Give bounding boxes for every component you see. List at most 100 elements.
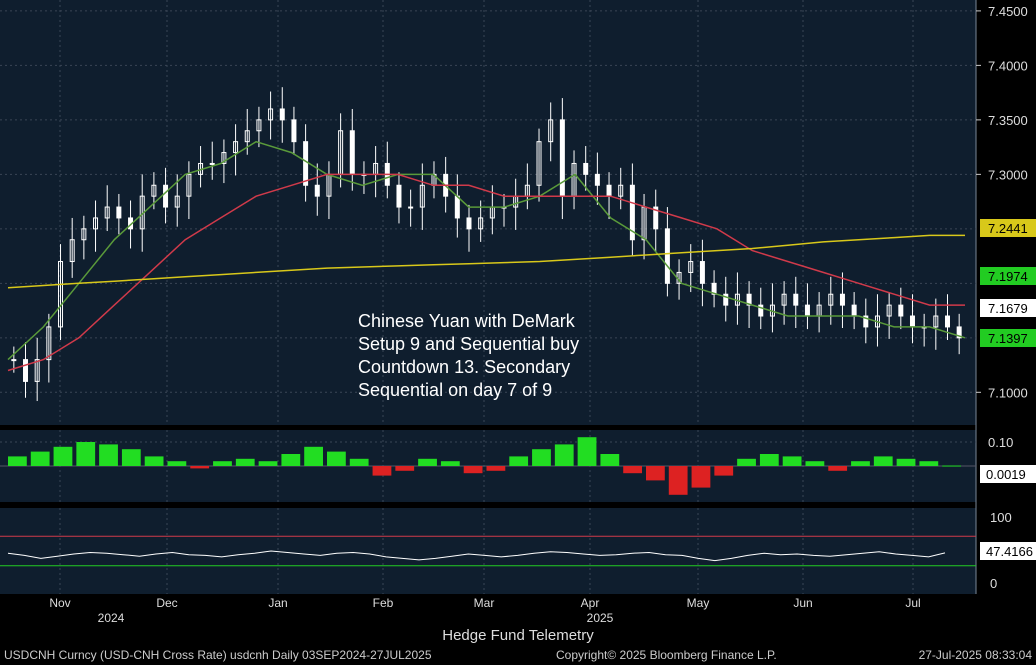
annotation-line-2: Setup 9 and Sequential buy [358,334,579,354]
histogram-bar [851,461,870,466]
credit: Hedge Fund Telemetry [442,627,594,644]
x-tick-label: Jan [268,596,287,610]
x-tick-label: Dec [156,596,177,610]
x-tick-label: Apr [581,596,600,610]
x-tick-label: Mar [474,596,495,610]
histogram-bar [8,456,27,466]
histogram-bar [737,458,756,466]
histogram-bar [668,466,688,495]
candle-body [793,293,799,306]
footer-mid: Copyright© 2025 Bloomberg Finance L.P. [556,648,777,662]
rsi-value-label: 47.4166 [986,544,1033,559]
histogram-bar [304,446,323,466]
histogram-bar [30,451,50,466]
histogram-bar [896,458,916,466]
rsi-y-tick-label: 100 [990,510,1012,525]
histogram-bar [714,466,734,476]
candle-body [279,108,285,121]
y-tick-label: 7.4000 [988,58,1028,73]
chart-window: 7.4500 7.4000 7.3500 7.3000 7.1000 7.2441 7.19… [0,0,1036,665]
candle-body [606,184,612,197]
histogram-bar [213,461,232,466]
x-tick-label: Feb [373,596,394,610]
candle-body [408,206,414,209]
candle-body [23,359,29,382]
rsi-panel [0,508,976,594]
histogram-bar [144,456,164,466]
histogram-bar [190,466,210,469]
candle-body [583,162,589,175]
candle-body [944,315,950,328]
y-tick-label: 7.3500 [988,113,1028,128]
annotation-line-3: Countdown 13. Secondary [358,357,570,377]
footer-row: USDCNH Curncy (USD-CNH Cross Rate) usdcn… [0,648,1036,665]
histogram-bar [235,458,255,466]
x-tick-label: Jul [905,596,920,610]
candle-body [116,206,122,219]
candle-body [804,304,810,317]
candle-body [291,119,297,143]
histogram-bar [281,454,301,466]
histogram-bar [418,458,437,466]
histogram-bar [349,458,369,466]
histogram-bar [646,466,665,481]
histogram-bar [942,465,961,467]
price-tag-label: 7.1679 [988,301,1028,316]
histogram-bar [782,456,802,466]
histogram-bar [532,449,551,466]
histogram-bar [600,454,620,466]
histogram-bar [919,461,939,466]
histogram-bar [440,461,460,466]
footer-left: USDCNH Curncy (USD-CNH Cross Rate) usdcn… [4,648,432,662]
histogram-bar [509,456,529,466]
histogram-bar [486,466,506,471]
osc-value-label: 0.0019 [986,467,1026,482]
candle-body [851,304,857,317]
candle-body [898,304,904,317]
x-tick-label: May [687,596,710,610]
candle-body [11,359,17,362]
candle-body [303,141,309,186]
candle-body [349,130,355,175]
year-label: 2025 [587,611,614,625]
candle-body [466,217,472,230]
price-tag-label: 7.1974 [988,269,1028,284]
histogram-bar [395,466,415,471]
credit-row: Hedge Fund Telemetry [0,627,1036,644]
osc-y-tick-label: 0.10 [988,435,1013,450]
y-tick-label: 7.3000 [988,167,1028,182]
histogram-bar [53,446,73,466]
histogram-bar [327,451,346,466]
histogram-bar [759,454,779,466]
candle-body [163,184,169,208]
annotation-line-1: Chinese Yuan with DeMark [358,311,576,331]
price-chart: 7.4500 7.4000 7.3500 7.3000 7.1000 7.2441 7.19… [0,0,1036,665]
histogram-bar [463,466,483,474]
candle-body [559,119,565,197]
rsi-y-tick-label: 0 [990,576,997,591]
histogram-bar [167,461,187,466]
candle-body [209,162,215,165]
y-tick-label: 7.4500 [988,4,1028,19]
x-tick-label: Jun [793,596,812,610]
histogram-bar [828,466,848,471]
price-tag-label: 7.1397 [988,331,1028,346]
candle-body [699,261,705,284]
histogram-bar [76,442,96,466]
price-tag-label: 7.2441 [988,221,1028,236]
candle-body [396,184,402,208]
histogram-bar [99,444,118,466]
y-tick-label: 7.1000 [988,385,1028,400]
candle-body [314,184,320,197]
footer-right: 27-Jul-2025 08:33:04 [918,648,1032,662]
annotation-line-4: Sequential on day 7 of 9 [358,380,552,400]
histogram-bar [691,466,711,488]
candle-body [839,293,845,306]
histogram-bar [577,437,597,466]
candle-body [454,195,460,219]
histogram-bar [554,444,574,466]
histogram-bar [258,461,278,466]
x-tick-label: Nov [49,596,70,610]
histogram-bar [121,449,141,466]
histogram-bar [873,456,893,466]
